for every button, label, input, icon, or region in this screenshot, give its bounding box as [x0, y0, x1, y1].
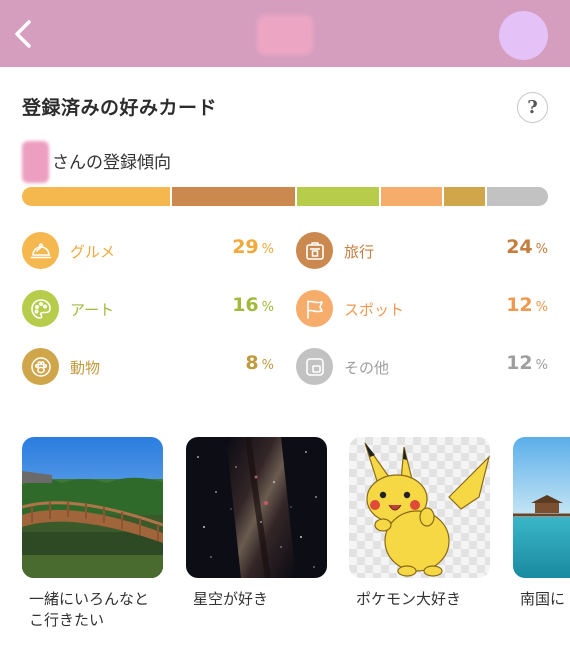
- card-label: 一緒にいろんなと こ行きたい: [29, 590, 150, 629]
- top-bar: [0, 0, 570, 67]
- header-title-redacted: [257, 15, 313, 55]
- animal-paw-icon: [22, 348, 59, 385]
- distribution-segment-1: [172, 187, 295, 206]
- category-art: アート 16%: [22, 290, 274, 330]
- category-percent: 12%: [506, 352, 548, 374]
- chevron-left-icon: [15, 20, 31, 48]
- card-label: 南国に: [520, 590, 566, 608]
- category-label: グルメ: [70, 243, 116, 261]
- milky-way-image: [186, 437, 327, 578]
- other-card-icon: [296, 348, 333, 385]
- category-distribution-bar: [22, 187, 548, 206]
- pikachu-image: [349, 437, 490, 578]
- preference-card[interactable]: 一緒にいろんなと こ行きたい: [22, 437, 163, 631]
- preference-card[interactable]: 南国に: [513, 437, 570, 610]
- category-label: アート: [70, 301, 115, 319]
- category-percent: 8%: [245, 352, 274, 374]
- back-button[interactable]: [8, 14, 38, 54]
- distribution-segment-5: [486, 187, 548, 206]
- category-label: 旅行: [344, 243, 375, 261]
- category-percent: 12%: [506, 294, 548, 316]
- distribution-segment-0: [22, 187, 171, 206]
- avatar[interactable]: [499, 11, 548, 60]
- category-label: その他: [344, 359, 390, 377]
- suitcase-icon: [296, 232, 333, 269]
- preference-card[interactable]: ポケモン大好き: [349, 437, 490, 610]
- distribution-segment-2: [296, 187, 379, 206]
- distribution-segment-3: [380, 187, 442, 206]
- category-percent: 29%: [232, 236, 274, 258]
- username-redacted: [22, 141, 49, 183]
- category-other: その他 12%: [296, 348, 548, 388]
- card-label: ポケモン大好き: [356, 590, 462, 608]
- distribution-segment-4: [443, 187, 485, 206]
- preference-card[interactable]: 星空が好き: [186, 437, 327, 610]
- category-percent: 16%: [232, 294, 274, 316]
- category-percent: 24%: [506, 236, 548, 258]
- category-spot: スポット 12%: [296, 290, 548, 330]
- wooden-bridge-park-image: [22, 437, 163, 578]
- category-gourmet: グルメ 29%: [22, 232, 274, 272]
- category-label: スポット: [344, 301, 405, 319]
- page-title: 登録済みの好みカード: [22, 97, 218, 119]
- tropical-pier-image: [513, 437, 570, 578]
- palette-icon: [22, 290, 59, 327]
- category-label: 動物: [70, 359, 101, 377]
- registration-tendency-label: さんの登録傾向: [52, 153, 171, 173]
- food-cloche-icon: [22, 232, 59, 269]
- flag-icon: [296, 290, 333, 327]
- question-mark-icon: ?: [527, 97, 538, 118]
- help-button[interactable]: ?: [517, 92, 548, 123]
- card-label: 星空が好き: [193, 590, 269, 608]
- category-animal: 動物 8%: [22, 348, 274, 388]
- category-travel: 旅行 24%: [296, 232, 548, 272]
- preference-card-carousel[interactable]: 一緒にいろんなと こ行きたい 星空が好き ポケモン大好き 南国に: [22, 437, 570, 661]
